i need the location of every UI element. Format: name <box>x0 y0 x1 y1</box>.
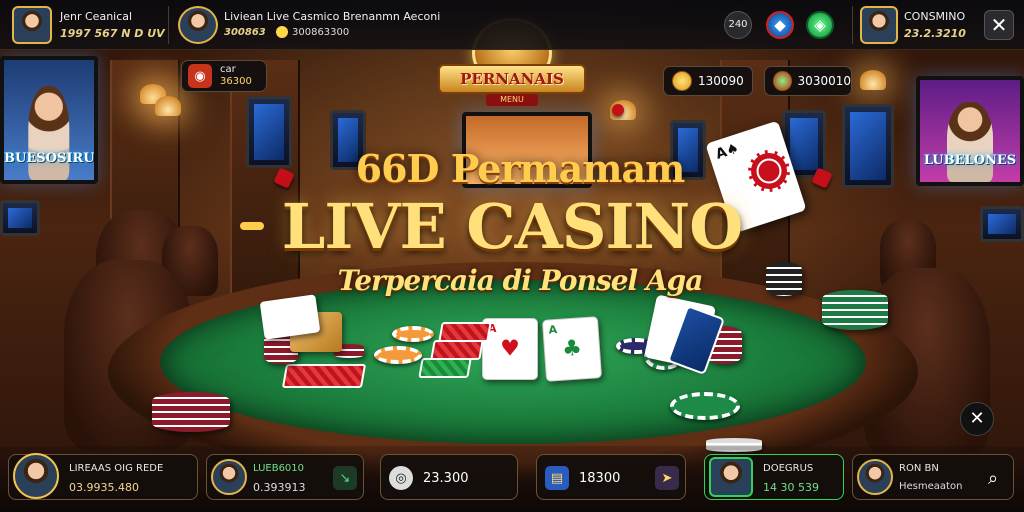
player1-name: Jenr Ceanical <box>60 10 133 23</box>
tv-screen-right: LUBELONES <box>916 76 1024 186</box>
slot-machine <box>842 104 894 188</box>
tv-screen-left: BUESOSIRUS <box>0 56 98 184</box>
slot-machine <box>980 206 1024 242</box>
bottom-card-title: RON BN <box>899 463 939 474</box>
gem-icon <box>773 71 792 91</box>
logo-title: PERNANAIS <box>438 64 586 94</box>
logo-subtitle: MENU <box>486 94 538 106</box>
club-suit-icon: ♣ <box>561 335 583 363</box>
close-overlay-button[interactable]: ✕ <box>960 402 994 436</box>
chip-icon: ◉ <box>188 64 212 88</box>
hud-chip-counter[interactable]: ◉ car 36300 <box>181 60 267 92</box>
divider <box>852 6 853 44</box>
bottom-card-value: 0.393913 <box>253 481 306 494</box>
bottom-player-card-3[interactable]: DOEGRUS 14 30 539 <box>704 454 844 500</box>
dealt-card <box>281 364 367 388</box>
bottom-card-title: LUEB6010 <box>253 463 305 474</box>
play-arrow-icon: ➤ <box>655 466 679 490</box>
player-avatar <box>857 459 893 495</box>
card-rank: A <box>548 323 558 337</box>
dealt-card <box>438 322 492 342</box>
flying-chip <box>748 150 790 192</box>
bottom-balance-value: 23.300 <box>423 471 469 486</box>
bottom-balance-card-2[interactable]: ▤ 18300 ➤ <box>536 454 686 500</box>
player-avatar[interactable] <box>12 6 52 44</box>
player3-balance: 23.2.3210 <box>904 27 966 40</box>
tv-right-text: LUBELONES <box>923 153 1017 168</box>
slot-machine <box>246 96 292 168</box>
gold-value: 130090 <box>698 74 744 88</box>
player2-coins: 300863300 <box>292 27 350 38</box>
chip-orange <box>392 326 434 342</box>
bottom-player-card-1[interactable]: LIREAAS OIG REDE 03.9935.480 <box>8 453 198 500</box>
bottom-balance-card-1[interactable]: ◎ 23.300 <box>380 454 518 500</box>
heart-suit-icon: ♥ <box>500 336 520 362</box>
player-avatar <box>13 453 59 499</box>
close-button[interactable]: ✕ <box>984 10 1014 40</box>
host-avatar[interactable] <box>178 6 218 44</box>
player2-name: Liviean Live Casmico Brenanmn Aeconi <box>224 10 441 23</box>
bottom-balance-value: 18300 <box>579 471 621 486</box>
chip-stack-black <box>766 262 802 296</box>
player3-name: CONSMINO <box>904 10 966 23</box>
slot-machine <box>0 200 40 236</box>
bottom-player-card-4[interactable]: RON BN Hesmeaaton ⌕ <box>852 454 1014 500</box>
card-rank: A♠ <box>713 140 742 163</box>
search-icon[interactable]: ⌕ <box>981 466 1005 490</box>
card-deck-icon: ▤ <box>545 466 569 490</box>
round-indicator-button[interactable]: 240 <box>724 11 752 39</box>
player-avatar <box>211 459 247 495</box>
bottom-card-title: LIREAAS OIG REDE <box>69 463 164 474</box>
bottom-card-value: 14 30 539 <box>763 481 819 494</box>
dealt-card <box>418 358 472 378</box>
emerald-gem-icon[interactable]: ◈ <box>806 11 834 39</box>
bottom-card-value: 03.9935.480 <box>69 481 139 494</box>
divider <box>168 6 169 44</box>
tv-left-text: BUESOSIRUS <box>4 151 98 166</box>
promo-dash <box>240 222 264 230</box>
top-bar: Jenr Ceanical 1997 567 N D UV Liviean Li… <box>0 0 1024 50</box>
player1-stats: 1997 567 N D UV <box>60 27 165 40</box>
bottom-card-title: DOEGRUS <box>763 463 814 474</box>
card-deck <box>259 294 321 340</box>
dealt-card <box>430 340 484 360</box>
diagonal-arrow-icon: ↘ <box>333 466 357 490</box>
bonus-gem-icon[interactable]: ◆ <box>766 11 794 39</box>
chip-green <box>670 392 740 420</box>
wall-lamp <box>860 70 886 90</box>
player2-stats: 300863 <box>224 27 266 38</box>
hud-chip-value: 36300 <box>220 76 252 87</box>
chip-icon: ◎ <box>389 466 413 490</box>
player3-avatar[interactable] <box>860 6 898 44</box>
bottom-player-card-2[interactable]: LUEB6010 0.393913 ↘ <box>206 454 364 500</box>
promo-tagline: Terpercaia di Ponsel Aga <box>337 264 704 297</box>
coin-icon <box>276 26 288 38</box>
hud-gem-counter[interactable]: 3030010 <box>764 66 852 96</box>
hud-chip-label: car <box>220 64 236 75</box>
chip-orange <box>374 346 422 364</box>
hud-gold-counter[interactable]: 130090 <box>663 66 753 96</box>
bottom-card-value: Hesmeaaton <box>899 481 963 492</box>
promo-title: LIVE CASINO <box>281 190 743 263</box>
community-card-2[interactable]: A ♣ <box>541 316 603 382</box>
gold-heart-icon <box>672 71 692 91</box>
tv-host-figure <box>947 102 993 182</box>
chip-stack-red <box>152 392 230 432</box>
player-avatar <box>709 457 753 497</box>
gem-value: 3030010 <box>797 74 851 88</box>
promo-headline: 66D Permamam <box>355 146 686 191</box>
chip-stack-green <box>822 290 888 330</box>
wall-lamp <box>155 96 181 116</box>
